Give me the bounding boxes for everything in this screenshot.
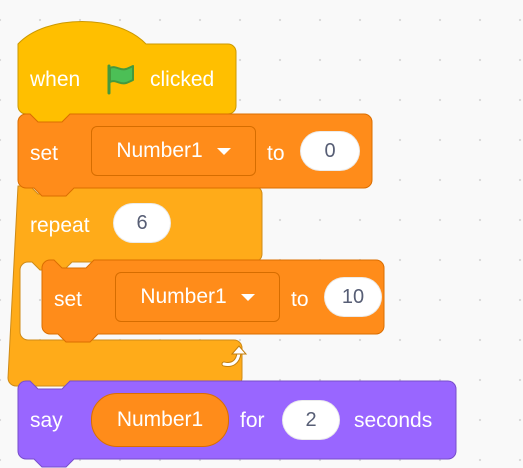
seconds-input[interactable]: 2 <box>282 400 340 440</box>
say-keyword-label: say <box>30 409 63 432</box>
value-input-1[interactable]: 0 <box>300 131 360 171</box>
clicked-label: clicked <box>150 68 215 91</box>
variable-dropdown-1-label: Number1 <box>116 139 203 162</box>
when-flag-clicked-block[interactable]: when clicked <box>18 44 236 114</box>
repeat-keyword-label: repeat <box>30 214 90 237</box>
say-for-seconds-block[interactable]: say Number1 for 2 seconds <box>18 381 456 459</box>
chevron-down-icon <box>240 293 255 301</box>
variable-dropdown-2-label: Number1 <box>140 285 227 308</box>
chevron-down-icon <box>216 147 231 155</box>
set-keyword-label: set <box>30 142 59 165</box>
for-label: for <box>240 409 265 432</box>
repeat-block[interactable]: repeat 6 <box>18 186 262 260</box>
green-flag-icon <box>104 62 138 96</box>
variable-dropdown-1[interactable]: Number1 <box>91 126 256 176</box>
set-variable-block-1[interactable]: set Number1 to 0 <box>18 114 373 188</box>
variable-dropdown-2[interactable]: Number1 <box>115 272 280 322</box>
repeat-count-input[interactable]: 6 <box>113 203 171 243</box>
seconds-label: seconds <box>354 409 433 432</box>
set-keyword-label-2: set <box>54 288 83 311</box>
set-variable-block-2[interactable]: set Number1 to 10 <box>42 260 397 334</box>
when-label: when <box>30 68 81 91</box>
to-label-1: to <box>267 142 285 165</box>
loop-arrow-icon <box>218 344 248 372</box>
variable-reporter[interactable]: Number1 <box>91 393 229 447</box>
value-input-2[interactable]: 10 <box>324 277 382 317</box>
to-label-2: to <box>291 288 309 311</box>
